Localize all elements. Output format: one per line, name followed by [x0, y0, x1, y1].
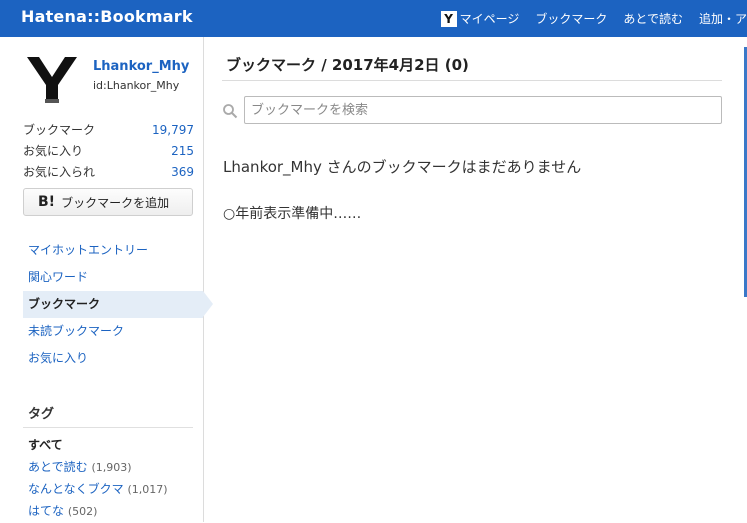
search-input[interactable] — [244, 96, 722, 124]
user-name[interactable]: Lhankor_Mhy — [93, 59, 189, 74]
divider — [222, 80, 722, 81]
tag-item[interactable]: あとで読む (1,903) — [28, 456, 198, 478]
tag-item[interactable]: なんとなくブクマ (1,017) — [28, 478, 198, 500]
stat-value[interactable]: 215 — [171, 144, 194, 165]
sidebar-item-unread[interactable]: 未読ブックマーク — [23, 318, 213, 345]
top-nav: Y マイページ ブックマーク あとで読む 追加・ア — [425, 0, 747, 37]
search-icon — [223, 104, 238, 119]
tags-heading: タグ — [28, 407, 55, 422]
add-bookmark-label: ブックマークを追加 — [61, 195, 170, 210]
stat-bookmarks: ブックマーク 19,797 — [23, 123, 194, 144]
sidebar-nav: マイホットエントリー 関心ワード ブックマーク 未読ブックマーク お気に入り — [23, 237, 213, 372]
stat-label: お気に入られ — [23, 165, 96, 179]
tag-list: すべて あとで読む (1,903) なんとなくブクマ (1,017) はてな (… — [28, 434, 198, 522]
nav-read-later[interactable]: あとで読む — [623, 10, 683, 27]
stat-label: お気に入り — [23, 144, 84, 158]
header-bar: Hatena::Bookmark Y マイページ ブックマーク あとで読む 追加… — [0, 0, 747, 37]
divider — [23, 427, 193, 428]
tag-name[interactable]: はてな — [28, 504, 64, 518]
hatena-b-icon: B! — [38, 194, 56, 210]
user-avatar-icon: Y — [440, 10, 457, 27]
add-bookmark-button[interactable]: B! ブックマークを追加 — [23, 188, 193, 216]
user-id: id:Lhankor_Mhy — [93, 79, 180, 92]
tag-count: (502) — [67, 505, 98, 518]
stat-value[interactable]: 19,797 — [152, 123, 194, 144]
avatar-y-icon — [27, 57, 77, 103]
user-stats: ブックマーク 19,797 お気に入り 215 お気に入られ 369 — [23, 123, 194, 186]
page-title: ブックマーク / 2017年4月2日 (0) — [226, 56, 469, 74]
nav-mypage[interactable]: Y マイページ — [440, 10, 520, 27]
tag-count: (1,903) — [91, 461, 132, 474]
site-logo[interactable]: Hatena::Bookmark — [21, 7, 193, 26]
nav-add[interactable]: 追加・ア — [699, 10, 747, 27]
sidebar-item-my-hot-entry[interactable]: マイホットエントリー — [23, 237, 213, 264]
sidebar: Lhankor_Mhy id:Lhankor_Mhy ブックマーク 19,797… — [0, 37, 213, 522]
tag-name[interactable]: なんとなくブクマ — [28, 482, 124, 496]
sidebar-item-bookmarks[interactable]: ブックマーク — [23, 291, 213, 318]
nav-bookmark[interactable]: ブックマーク — [535, 10, 607, 27]
tag-name[interactable]: あとで読む — [28, 460, 88, 474]
loading-text: ○年前表示準備中…… — [223, 206, 362, 222]
tag-all[interactable]: すべて — [28, 434, 198, 456]
stat-value[interactable]: 369 — [171, 165, 194, 186]
user-avatar[interactable] — [25, 53, 79, 107]
nav-mypage-label: マイページ — [459, 12, 520, 26]
empty-message: Lhankor_Mhy さんのブックマークはまだありません — [223, 158, 582, 176]
stat-favorites: お気に入り 215 — [23, 144, 194, 165]
tag-count: (1,017) — [127, 483, 168, 496]
stat-favorited: お気に入られ 369 — [23, 165, 194, 186]
tag-item[interactable]: はてな (502) — [28, 500, 198, 522]
stat-label: ブックマーク — [23, 123, 96, 137]
sidebar-item-favorites[interactable]: お気に入り — [23, 345, 213, 372]
sidebar-item-interest-words[interactable]: 関心ワード — [23, 264, 213, 291]
